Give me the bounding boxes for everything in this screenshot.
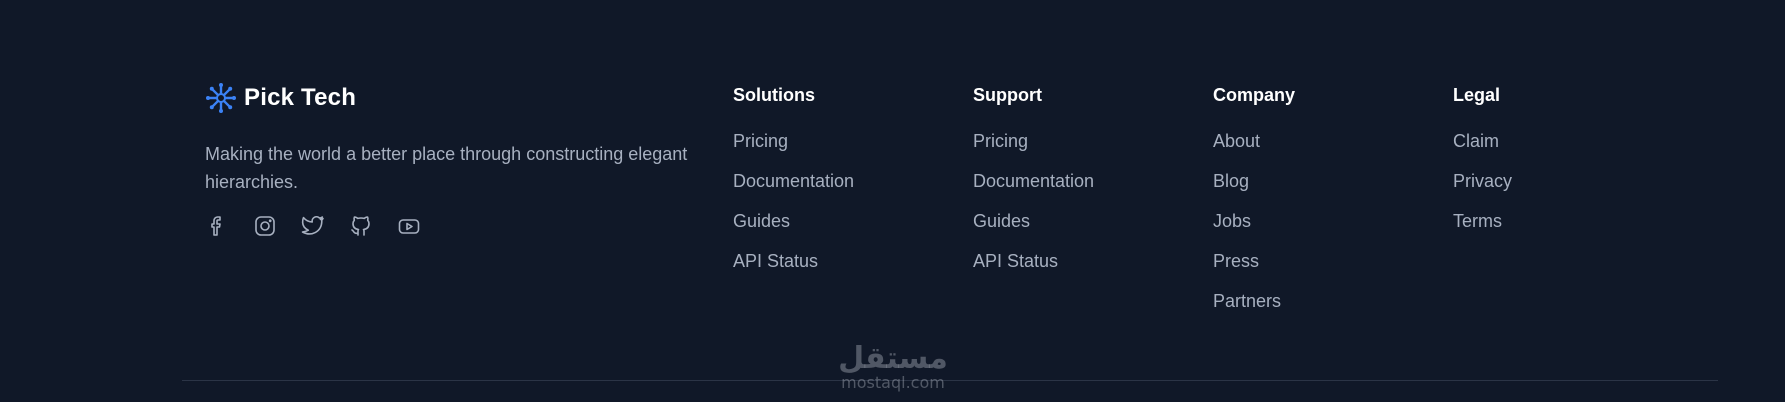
- link-solutions-pricing[interactable]: Pricing: [733, 131, 788, 151]
- twitter-icon[interactable]: [301, 214, 325, 238]
- link-list-company: About Blog Jobs Press Partners: [1213, 130, 1295, 330]
- list-item: Blog: [1213, 170, 1295, 210]
- list-item: Privacy: [1453, 170, 1512, 210]
- link-list-solutions: Pricing Documentation Guides API Status: [733, 130, 854, 290]
- list-item: Pricing: [733, 130, 854, 170]
- link-solutions-guides[interactable]: Guides: [733, 211, 790, 231]
- list-item: Partners: [1213, 290, 1295, 330]
- list-item: About: [1213, 130, 1295, 170]
- column-title-legal: Legal: [1453, 85, 1501, 105]
- link-solutions-documentation[interactable]: Documentation: [733, 171, 854, 191]
- link-support-api-status[interactable]: API Status: [973, 251, 1058, 271]
- link-company-jobs[interactable]: Jobs: [1213, 211, 1251, 231]
- list-item: Guides: [973, 210, 1094, 250]
- social-links: [205, 214, 715, 238]
- list-item: Claim: [1453, 130, 1512, 170]
- list-item: Pricing: [973, 130, 1094, 170]
- link-list-support: Pricing Documentation Guides API Status: [973, 130, 1094, 290]
- footer-column-support: Support Pricing Documentation Guides API…: [973, 83, 1094, 290]
- brand-block: Pick Tech Making the world a better plac…: [205, 80, 715, 238]
- brand-tagline: Making the world a better place through …: [205, 144, 688, 192]
- list-item: API Status: [973, 250, 1094, 290]
- watermark: مستقل mostaql.com: [838, 342, 948, 402]
- link-company-about[interactable]: About: [1213, 131, 1260, 151]
- column-title-solutions: Solutions: [733, 85, 815, 105]
- link-support-documentation[interactable]: Documentation: [973, 171, 1094, 191]
- list-item: Terms: [1453, 210, 1512, 250]
- instagram-icon[interactable]: [253, 214, 277, 238]
- list-item: Documentation: [733, 170, 854, 210]
- brand-name: Pick Tech: [244, 84, 357, 111]
- link-list-legal: Claim Privacy Terms: [1453, 130, 1512, 250]
- youtube-icon[interactable]: [397, 214, 421, 238]
- link-legal-claim[interactable]: Claim: [1453, 131, 1499, 151]
- list-item: Documentation: [973, 170, 1094, 210]
- link-company-blog[interactable]: Blog: [1213, 171, 1249, 191]
- list-item: Guides: [733, 210, 854, 250]
- asterisk-logo-icon: [205, 82, 237, 114]
- footer-column-solutions: Solutions Pricing Documentation Guides A…: [733, 83, 854, 290]
- footer-column-company: Company About Blog Jobs Press Partners: [1213, 83, 1295, 330]
- site-footer: Pick Tech Making the world a better plac…: [0, 0, 1785, 402]
- facebook-icon[interactable]: [205, 214, 229, 238]
- column-title-support: Support: [973, 85, 1042, 105]
- column-title-company: Company: [1213, 85, 1296, 105]
- link-support-pricing[interactable]: Pricing: [973, 131, 1028, 151]
- footer-divider: [182, 380, 1718, 381]
- link-support-guides[interactable]: Guides: [973, 211, 1030, 231]
- watermark-latin: mostaql.com: [841, 373, 945, 392]
- watermark-arabic: مستقل: [838, 341, 948, 376]
- list-item: Jobs: [1213, 210, 1295, 250]
- link-solutions-api-status[interactable]: API Status: [733, 251, 818, 271]
- footer-column-legal: Legal Claim Privacy Terms: [1453, 83, 1512, 250]
- logo[interactable]: Pick Tech: [205, 80, 715, 116]
- link-company-press[interactable]: Press: [1213, 251, 1259, 271]
- list-item: API Status: [733, 250, 854, 290]
- list-item: Press: [1213, 250, 1295, 290]
- github-icon[interactable]: [349, 214, 373, 238]
- link-legal-terms[interactable]: Terms: [1453, 211, 1502, 231]
- link-legal-privacy[interactable]: Privacy: [1453, 171, 1512, 191]
- link-company-partners[interactable]: Partners: [1213, 291, 1281, 311]
